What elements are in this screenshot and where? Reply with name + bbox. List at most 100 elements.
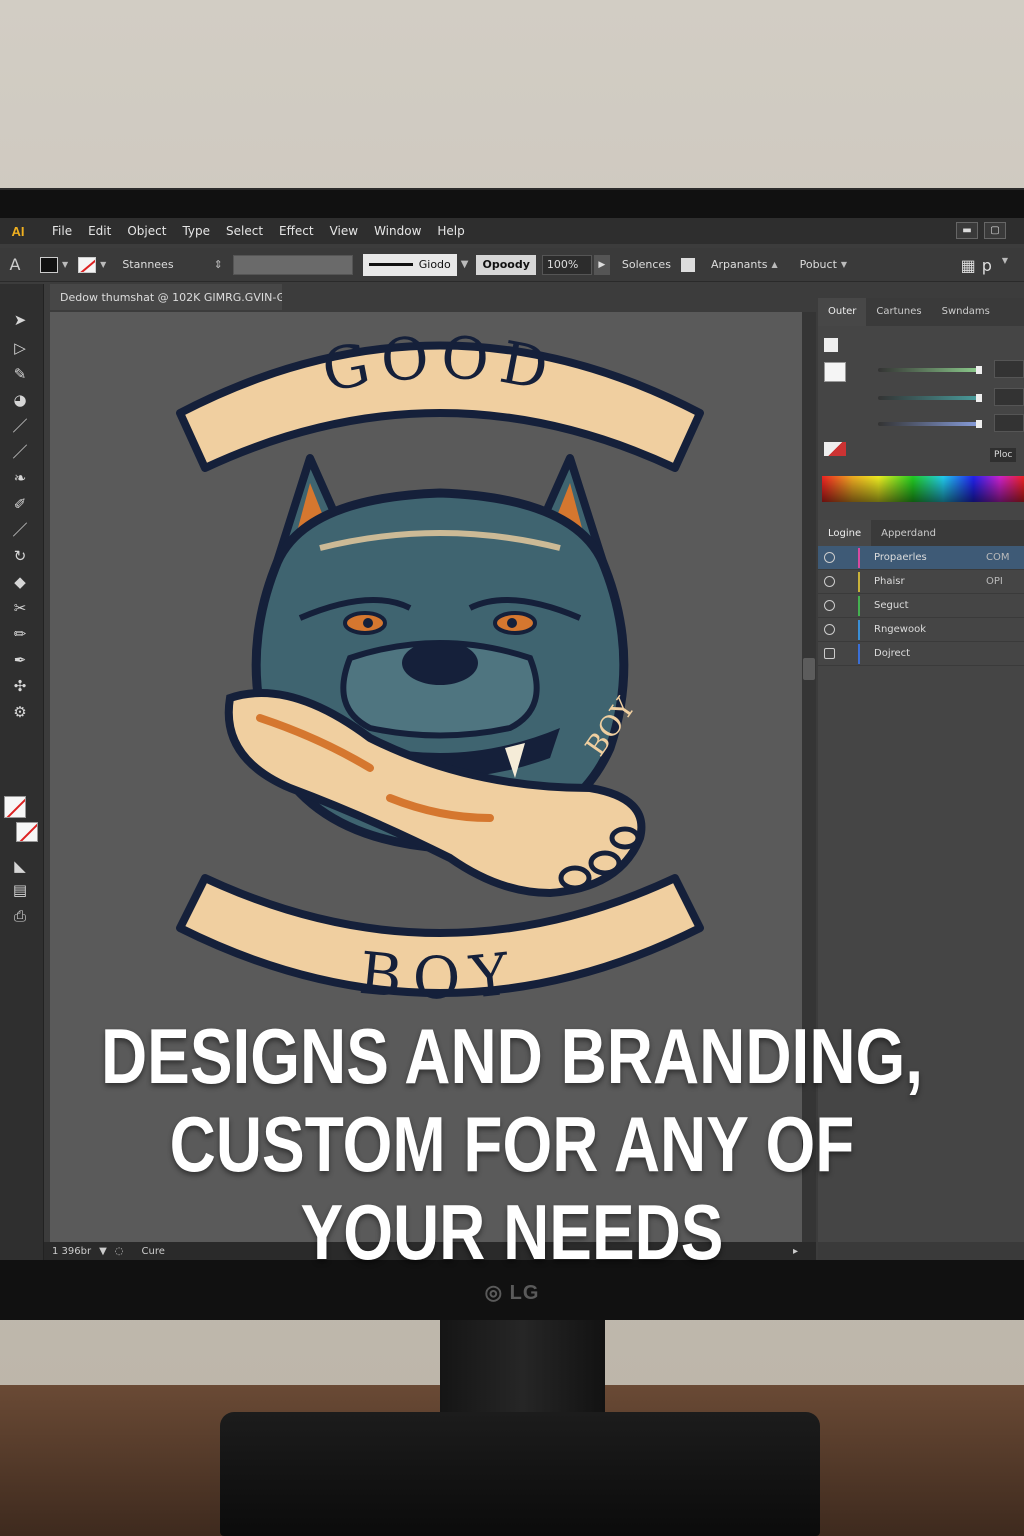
visibility-icon[interactable] bbox=[824, 576, 835, 587]
value-g[interactable] bbox=[994, 388, 1024, 406]
stroke-profile-select[interactable]: Giodo bbox=[362, 253, 457, 276]
chevron-down-icon[interactable]: ▼ bbox=[1002, 256, 1008, 275]
rotate-tool-icon[interactable]: ↻ bbox=[8, 546, 32, 566]
slider-g[interactable] bbox=[878, 394, 982, 402]
tools-panel: ➤ ▷ ✎ ◕ ／ ／ ❧ ✐ ／ ↻ ◆ ✂ ✏ ✒ ✣ ⚙ ◣ ▤ ⎙ bbox=[0, 284, 44, 1260]
layer-color-bar bbox=[858, 620, 860, 640]
visibility-icon[interactable] bbox=[824, 648, 835, 659]
menu-view[interactable]: View bbox=[322, 224, 366, 238]
maximize-icon[interactable]: ▢ bbox=[984, 222, 1006, 239]
chevron-up-icon[interactable]: ▲ bbox=[771, 260, 777, 269]
slider-b[interactable] bbox=[878, 420, 982, 428]
left-pupil bbox=[363, 618, 373, 628]
curvature-tool-icon[interactable]: ❧ bbox=[8, 468, 32, 488]
color-panel-tabs: Outer Cartunes Swndams bbox=[818, 298, 1024, 326]
layer-row[interactable]: Phaisr OPI bbox=[818, 570, 1024, 594]
layer-row[interactable]: Propaerles COM bbox=[818, 546, 1024, 570]
menu-type[interactable]: Type bbox=[174, 224, 218, 238]
blob-brush-tool-icon[interactable]: ✂ bbox=[8, 598, 32, 618]
layer-row[interactable]: Seguct bbox=[818, 594, 1024, 618]
slider-knob[interactable] bbox=[976, 394, 982, 402]
scrollbar-thumb[interactable] bbox=[803, 658, 815, 680]
top-banner bbox=[176, 341, 704, 472]
layer-color-bar bbox=[858, 644, 860, 664]
type-tool-icon[interactable]: A bbox=[0, 255, 30, 274]
label-pobuct[interactable]: Pobuct bbox=[800, 258, 837, 271]
window-controls: ▬ ▢ bbox=[956, 222, 1006, 239]
tab-apperdand[interactable]: Apperdand bbox=[871, 520, 946, 546]
menu-effect[interactable]: Effect bbox=[271, 224, 322, 238]
toe bbox=[609, 826, 641, 850]
checkbox[interactable] bbox=[680, 257, 695, 272]
visibility-icon[interactable] bbox=[824, 552, 835, 563]
direct-selection-tool-icon[interactable]: ▷ bbox=[8, 338, 32, 358]
fill-stroke-swatches[interactable] bbox=[4, 796, 40, 844]
pen-tool-icon[interactable]: ／ bbox=[8, 416, 32, 436]
stroke-preset-label: Giodo bbox=[418, 258, 451, 271]
tab-outer[interactable]: Outer bbox=[818, 298, 867, 326]
visibility-icon[interactable] bbox=[824, 624, 835, 635]
brush-tool-icon[interactable]: ✐ bbox=[8, 494, 32, 514]
menu-select[interactable]: Select bbox=[218, 224, 271, 238]
minimize-icon[interactable]: ▬ bbox=[956, 222, 978, 239]
selection-tool-icon[interactable]: ➤ bbox=[8, 310, 32, 330]
visibility-icon[interactable] bbox=[824, 600, 835, 611]
tab-logine[interactable]: Logine bbox=[818, 520, 872, 546]
value-r[interactable] bbox=[994, 360, 1024, 378]
stepper-icon[interactable]: ⇕ bbox=[214, 258, 223, 271]
color-spectrum[interactable] bbox=[822, 476, 1024, 502]
layer-row[interactable]: Rngewook bbox=[818, 618, 1024, 642]
color-swatch[interactable] bbox=[824, 338, 838, 352]
zoom-level[interactable]: 1 396br bbox=[52, 1246, 91, 1257]
chevron-down-icon[interactable]: ▼ bbox=[62, 260, 68, 269]
document-tab[interactable]: Dedow thumshat @ 102K GIMRG.GVIN-GW bbox=[50, 284, 282, 310]
workspace-switcher[interactable]: ▦ p ▼ bbox=[961, 256, 1008, 275]
layers-list: Propaerles COM Phaisr OPI Seguct Rngewoo… bbox=[818, 546, 1024, 666]
menu-edit[interactable]: Edit bbox=[80, 224, 119, 238]
shape-tool-icon[interactable]: ◆ bbox=[8, 572, 32, 592]
draw-mode-icon[interactable]: ⎙ bbox=[8, 906, 32, 926]
tab-swndams[interactable]: Swndams bbox=[932, 298, 1000, 326]
menu-help[interactable]: Help bbox=[429, 224, 472, 238]
label-solences: Solences bbox=[621, 258, 671, 271]
tab-cartunes[interactable]: Cartunes bbox=[866, 298, 931, 326]
menu-file[interactable]: File bbox=[44, 224, 80, 238]
menu-window[interactable]: Window bbox=[366, 224, 429, 238]
stroke-color-swatch[interactable] bbox=[16, 822, 38, 842]
chevron-down-icon[interactable]: ▼ bbox=[100, 260, 106, 269]
slider-knob[interactable] bbox=[976, 366, 982, 374]
fill-stroke-icon[interactable] bbox=[824, 442, 846, 456]
eraser-tool-icon[interactable]: ✏ bbox=[8, 624, 32, 644]
fill-swatch[interactable] bbox=[40, 256, 58, 273]
chevron-down-icon[interactable]: ▼ bbox=[841, 260, 847, 269]
good-boy-logo-artwork[interactable]: GOOD BOY BOY bbox=[170, 318, 710, 1018]
opacity-input[interactable]: 100% bbox=[541, 254, 592, 275]
line-tool-icon[interactable]: ／ bbox=[8, 442, 32, 462]
slider-knob[interactable] bbox=[976, 420, 982, 428]
none-swatch[interactable] bbox=[824, 362, 846, 382]
magic-wand-tool-icon[interactable]: ✎ bbox=[8, 364, 32, 384]
screen-mode-icon[interactable]: ▤ bbox=[8, 880, 32, 900]
value-b[interactable] bbox=[994, 414, 1024, 432]
slider-r[interactable] bbox=[878, 366, 982, 374]
gradient-mode-icon[interactable]: ◣ bbox=[8, 856, 32, 876]
stroke-preview bbox=[368, 263, 413, 266]
monitor-stand-neck bbox=[440, 1310, 605, 1420]
lasso-tool-icon[interactable]: ◕ bbox=[8, 390, 32, 410]
stroke-swatch[interactable] bbox=[78, 256, 97, 273]
eyedropper-tool-icon[interactable]: ✒ bbox=[8, 650, 32, 670]
workspace-icon[interactable]: p bbox=[982, 256, 992, 275]
control-bar: A ▼ ▼ Stannees ⇕ Giodo ▼ Opoody 100% ▶ S… bbox=[0, 248, 1024, 282]
symbol-tool-icon[interactable]: ✣ bbox=[8, 676, 32, 696]
opacity-label[interactable]: Opoody bbox=[476, 254, 536, 275]
label-arpanants[interactable]: Arpanants bbox=[711, 258, 768, 271]
menu-object[interactable]: Object bbox=[119, 224, 174, 238]
chevron-down-icon[interactable]: ▼ bbox=[461, 259, 469, 270]
graph-tool-icon[interactable]: ⚙ bbox=[8, 702, 32, 722]
grid-icon[interactable]: ▦ bbox=[961, 256, 976, 275]
fill-color-swatch[interactable] bbox=[4, 796, 26, 818]
chevron-right-icon[interactable]: ▶ bbox=[593, 254, 610, 275]
layer-row[interactable]: Dojrect bbox=[818, 642, 1024, 666]
stroke-weight-field[interactable] bbox=[232, 254, 353, 275]
pencil-tool-icon[interactable]: ／ bbox=[8, 520, 32, 540]
